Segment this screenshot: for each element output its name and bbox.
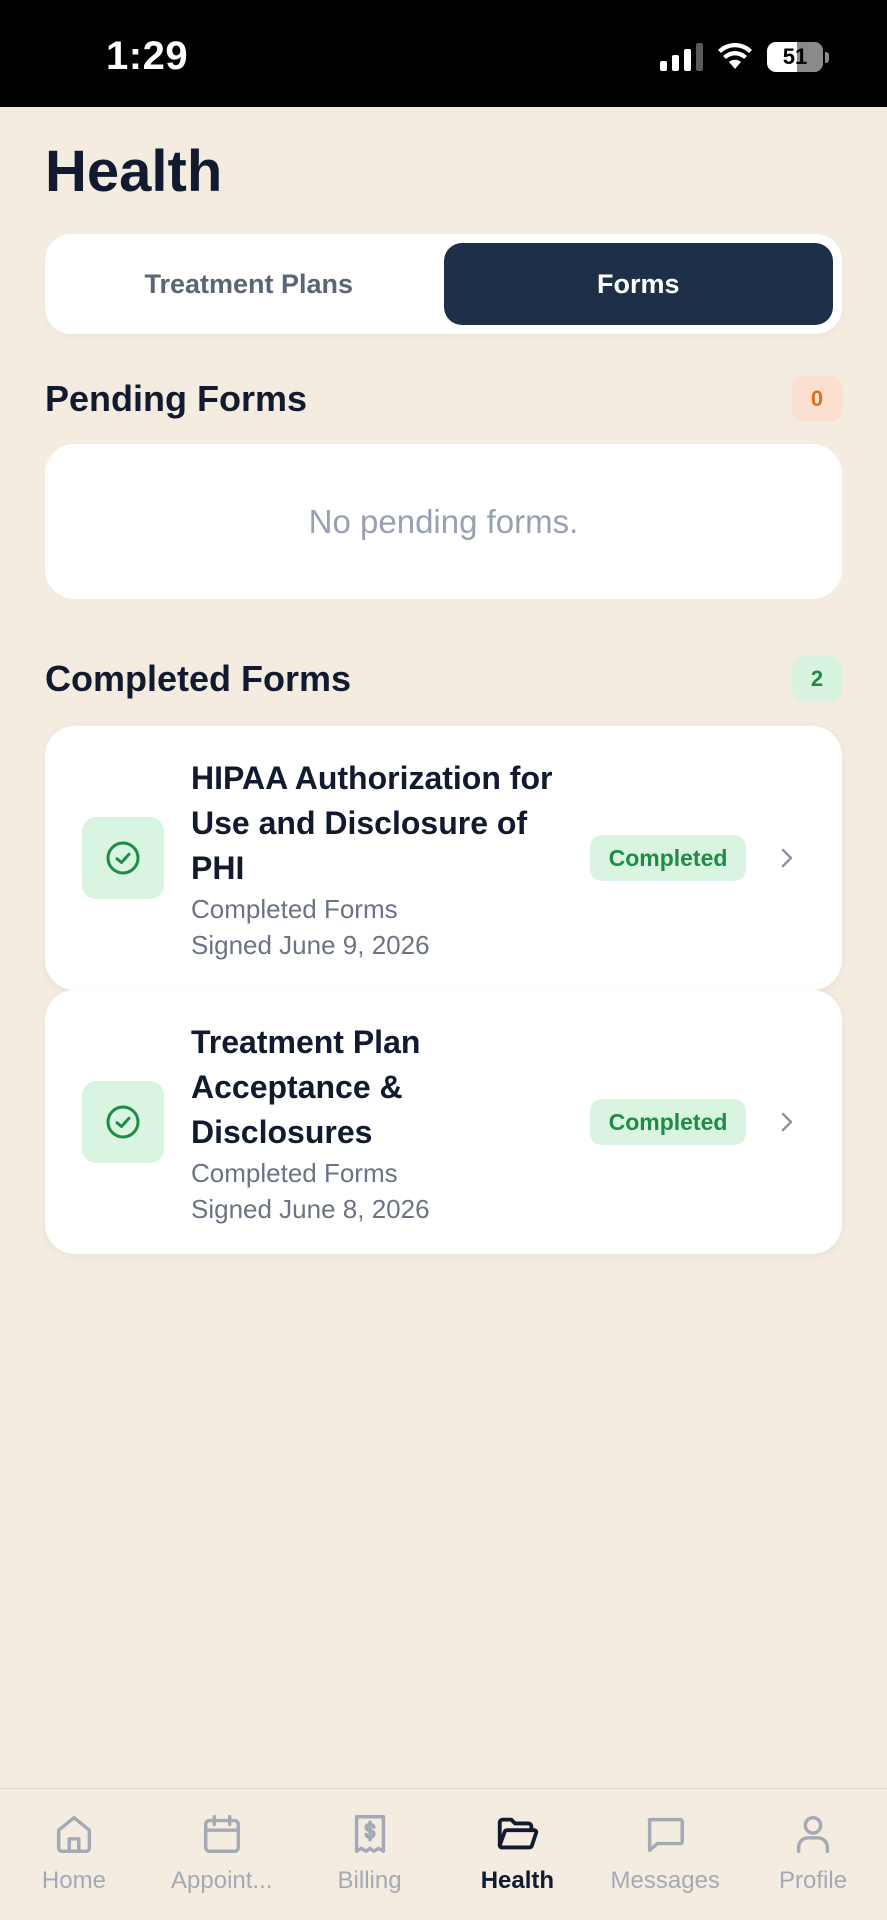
bottom-tab-bar: Home Appoint... Billing Health Messages … (0, 1788, 887, 1920)
pending-empty-card: No pending forms. (45, 444, 842, 599)
form-category: Completed Forms (191, 1158, 398, 1188)
tab-label: Home (41, 1867, 106, 1894)
status-time: 1:29 (106, 34, 189, 78)
form-category: Completed Forms (191, 894, 398, 924)
battery-icon: 51 (767, 42, 823, 72)
form-text: HIPAA Authorization for Use and Disclosu… (191, 756, 571, 963)
tab-health[interactable]: Health (443, 1789, 591, 1920)
tab-profile[interactable]: Profile (739, 1789, 887, 1920)
completed-forms-title: Completed Forms (45, 658, 352, 699)
home-icon (56, 1815, 91, 1853)
pending-forms-header: Pending Forms 0 (45, 376, 842, 422)
page-title: Health (45, 139, 223, 204)
tab-label: Health (480, 1867, 555, 1894)
completed-count-badge: 2 (792, 656, 842, 702)
folder-open-icon (498, 1817, 539, 1850)
status-badge: Completed (590, 1099, 746, 1145)
pending-forms-title: Pending Forms (45, 378, 308, 419)
segmented-control: Treatment Plans Forms (45, 234, 842, 334)
status-bar: 1:29 51 (0, 0, 887, 107)
status-icons: 51 (660, 42, 829, 72)
pending-empty-text: No pending forms. (308, 502, 579, 540)
battery-tip (825, 51, 829, 63)
form-signed-date: Signed June 9, 2026 (191, 930, 430, 960)
form-status-icon-box (82, 817, 164, 899)
form-card-treatment-plan[interactable]: Treatment Plan Acceptance & Disclosures … (45, 990, 842, 1254)
tab-treatment-plans[interactable]: Treatment Plans (54, 243, 444, 325)
tab-forms[interactable]: Forms (443, 243, 833, 325)
chevron-right-icon (781, 848, 793, 868)
wifi-icon (718, 43, 752, 69)
form-signed-date: Signed June 8, 2026 (191, 1194, 430, 1224)
message-icon (647, 1817, 685, 1853)
tab-appointments[interactable]: Appoint... (148, 1789, 296, 1920)
tab-billing[interactable]: Billing (296, 1789, 444, 1920)
tab-label: Appoint... (171, 1867, 273, 1894)
receipt-icon (354, 1815, 385, 1853)
form-card-hipaa[interactable]: HIPAA Authorization for Use and Disclosu… (45, 726, 842, 990)
tab-home[interactable]: Home (0, 1789, 148, 1920)
form-title: HIPAA Authorization for Use and Disclosu… (191, 760, 553, 886)
status-badge: Completed (590, 835, 746, 881)
pending-count-badge: 0 (792, 376, 842, 422)
tab-label: Messages (610, 1867, 720, 1894)
chevron-right-icon (781, 1112, 793, 1132)
completed-forms-header: Completed Forms 2 (45, 656, 842, 702)
form-title: Treatment Plan Acceptance & Disclosures (191, 1024, 421, 1150)
tab-label: Profile (779, 1867, 848, 1894)
form-status-icon-box (82, 1081, 164, 1163)
check-circle-icon (106, 1105, 140, 1139)
battery-level: 51 (782, 44, 808, 69)
signal-icon (660, 43, 703, 71)
tab-label: Billing (337, 1867, 402, 1894)
form-text: Treatment Plan Acceptance & Disclosures … (191, 1020, 571, 1227)
check-circle-icon (106, 841, 140, 875)
calendar-icon (203, 1815, 240, 1853)
tab-messages[interactable]: Messages (591, 1789, 739, 1920)
user-icon (796, 1815, 830, 1853)
